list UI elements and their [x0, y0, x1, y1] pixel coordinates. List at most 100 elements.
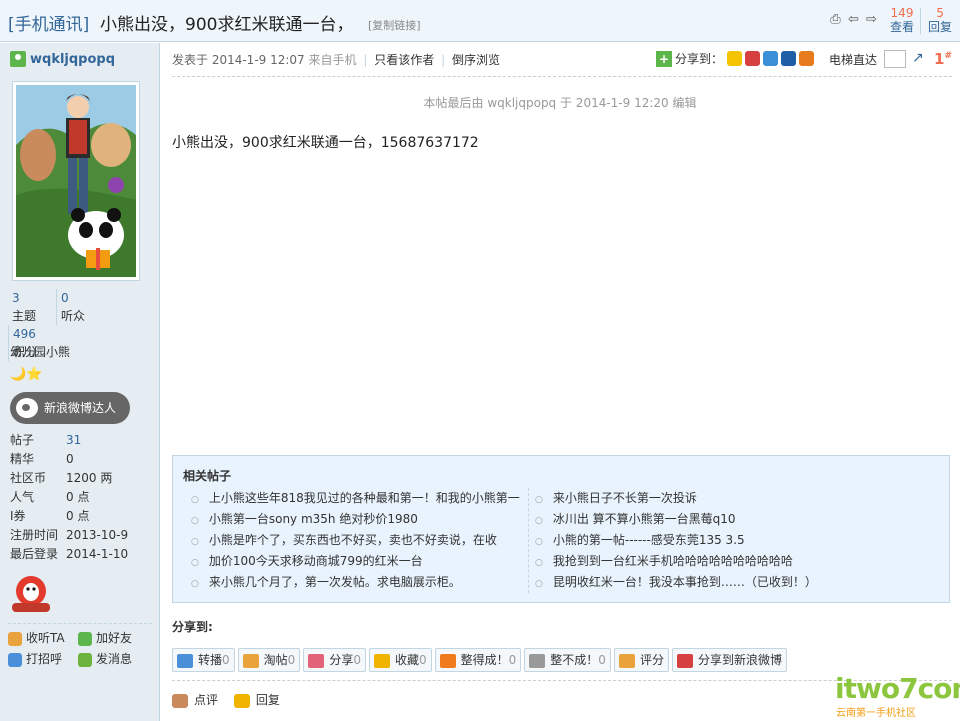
- support-button[interactable]: 整得成！0: [434, 648, 522, 672]
- button-label: 淘帖: [263, 653, 288, 667]
- author-stat[interactable]: 3 主题: [8, 289, 56, 325]
- only-author-link[interactable]: 只看该作者: [374, 53, 434, 67]
- arrow-up-icon: [439, 653, 456, 668]
- separator: |: [441, 53, 446, 67]
- add-friend-label: 加好友: [96, 631, 133, 645]
- greet-label: 打招呼: [26, 652, 63, 666]
- profile-row: 精华 0: [10, 450, 150, 469]
- online-status-icon: [10, 51, 26, 67]
- user-group: 幼儿园小熊: [10, 345, 71, 359]
- weibo-share-icon[interactable]: [745, 51, 761, 66]
- repost-button[interactable]: 转播0: [172, 648, 235, 672]
- favorite-button[interactable]: 收藏0: [368, 648, 432, 672]
- greet-button[interactable]: 打招呼: [8, 649, 78, 670]
- related-link[interactable]: 昆明收红米一台！我没本事抢到……（已收到！）: [533, 572, 933, 593]
- jump-go-icon[interactable]: ↗: [912, 50, 924, 66]
- related-posts: 相关帖子 上小熊这些年818我见过的各种最和第一！和我的小熊第一 小熊第一台so…: [172, 455, 950, 603]
- posts-count-link[interactable]: 31: [66, 433, 81, 447]
- rank-stars-icon: 🌙⭐: [10, 367, 43, 382]
- profile-key: 帖子: [10, 433, 35, 447]
- stat-value: 496: [13, 327, 36, 341]
- stat-label: 主题: [12, 309, 37, 323]
- related-link[interactable]: 冰川出 算不算小熊第一台黑莓q10: [533, 509, 933, 530]
- profile-key: 精华: [10, 452, 35, 466]
- house-icon: [8, 631, 22, 646]
- thread-title: 小熊出没，900求红米联通一台，: [100, 15, 354, 35]
- related-title: 相关帖子: [183, 469, 232, 483]
- replies-stat: 5 回复: [928, 6, 952, 34]
- print-icon[interactable]: ⎙: [828, 12, 843, 27]
- floor-mark: #: [944, 51, 952, 61]
- button-label: 收藏: [394, 653, 419, 667]
- post-body: 小熊出没，900求红米联通一台，15687637172: [172, 135, 479, 151]
- button-label: 整不成！: [550, 653, 599, 667]
- button-count: 0: [418, 653, 427, 667]
- renren-share-icon[interactable]: [781, 51, 797, 66]
- taotie-button[interactable]: 淘帖0: [237, 648, 301, 672]
- greet-icon: [8, 652, 22, 667]
- comment-button[interactable]: 点评: [172, 691, 218, 708]
- rate-button[interactable]: 评分: [613, 648, 669, 672]
- related-link[interactable]: 上小熊这些年818我见过的各种最和第一！和我的小熊第一: [189, 488, 528, 509]
- pengyou-share-icon[interactable]: [799, 51, 815, 66]
- add-friend-button[interactable]: 加好友: [78, 628, 148, 649]
- floor-jump-input[interactable]: [884, 50, 906, 68]
- qzone-share-icon[interactable]: [727, 51, 743, 66]
- stat-label: 听众: [61, 309, 86, 323]
- divider: [172, 76, 952, 77]
- reply-button[interactable]: 回复: [233, 691, 280, 708]
- next-thread-icon[interactable]: ⇨: [864, 12, 879, 27]
- profile-value: 0: [66, 452, 74, 466]
- reply-icon: [233, 693, 250, 708]
- heart-icon: [308, 653, 325, 668]
- related-link[interactable]: 小熊第一台sony m35h 绝对秒价1980: [189, 509, 528, 530]
- related-right-column: 来小熊日子不长第一次投诉 冰川出 算不算小熊第一台黑莓q10 小熊的第一帖---…: [533, 488, 933, 593]
- related-link[interactable]: 加价100今天求移动商城799的红米一台: [189, 551, 528, 572]
- share-plus-icon[interactable]: +: [656, 50, 672, 67]
- copy-link-button[interactable]: [复制链接]: [368, 17, 421, 33]
- folder-icon: [242, 653, 259, 668]
- profile-row: 社区币 1200 两: [10, 469, 150, 488]
- watermark-logo: itwo7com: [835, 672, 960, 705]
- arrow-down-icon: [529, 653, 546, 668]
- author-username-link[interactable]: wqkljqpopq: [30, 52, 115, 67]
- related-link[interactable]: 来小熊几个月了，第一次发帖。求电脑展示柜。: [189, 572, 528, 593]
- share-to-weibo-button[interactable]: 分享到新浪微博: [671, 648, 787, 672]
- related-left-column: 上小熊这些年818我见过的各种最和第一！和我的小熊第一 小熊第一台sony m3…: [189, 488, 529, 593]
- profile-key: 注册时间: [10, 528, 59, 542]
- share-label: 分享到：: [675, 52, 724, 66]
- related-link[interactable]: 我抢到到一台红米手机哈哈哈哈哈哈哈哈哈哈: [533, 551, 933, 572]
- author-profile: 帖子 31 精华 0 社区币 1200 两 人气 0 点 I券 0 点 注册时间 2013-…: [10, 431, 150, 564]
- tencent-share-icon[interactable]: [763, 51, 779, 66]
- reverse-order-link[interactable]: 倒序浏览: [452, 53, 500, 67]
- profile-row: 注册时间 2013-10-9: [10, 526, 150, 545]
- related-link[interactable]: 小熊的第一帖------感受东莞135 3.5: [533, 530, 933, 551]
- related-link[interactable]: 小熊是咋个了，买东西也不好买，卖也不好卖说，在收: [189, 530, 528, 551]
- message-icon: [78, 652, 92, 667]
- post-actions: 点评 回复: [172, 691, 292, 708]
- author-stat[interactable]: 0 听众: [56, 289, 104, 325]
- avatar[interactable]: [12, 81, 140, 281]
- related-link[interactable]: 来小熊日子不长第一次投诉: [533, 488, 933, 509]
- weibo-badge[interactable]: 新浪微博达人: [10, 392, 130, 424]
- send-message-button[interactable]: 发消息: [78, 649, 148, 670]
- profile-key: 人气: [10, 490, 35, 504]
- user-actions: 收听TA 加好友 打招呼 发消息: [8, 623, 152, 670]
- add-friend-icon: [78, 631, 92, 646]
- button-count: 0: [222, 653, 230, 667]
- profile-value: 2014-1-10: [66, 547, 129, 561]
- star-icon: [373, 653, 390, 668]
- elevator-label: 电梯直达: [829, 53, 878, 67]
- prev-thread-icon[interactable]: ⇦: [846, 12, 861, 27]
- follow-label: 收听TA: [26, 631, 65, 645]
- share-button[interactable]: 分享0: [303, 648, 366, 672]
- button-label: 分享: [329, 653, 354, 667]
- post-source[interactable]: 来自手机: [309, 53, 357, 67]
- follow-button[interactable]: 收听TA: [8, 628, 78, 649]
- thread-category-link[interactable]: [手机通讯]: [8, 10, 89, 35]
- views-stat: 149 查看: [890, 6, 914, 34]
- oppose-button[interactable]: 整不成！0: [524, 648, 611, 672]
- watermark-subtitle: 云南第一手机社区: [836, 708, 916, 719]
- button-label: 分享到新浪微博: [697, 653, 782, 667]
- button-label: 整得成！: [460, 653, 509, 667]
